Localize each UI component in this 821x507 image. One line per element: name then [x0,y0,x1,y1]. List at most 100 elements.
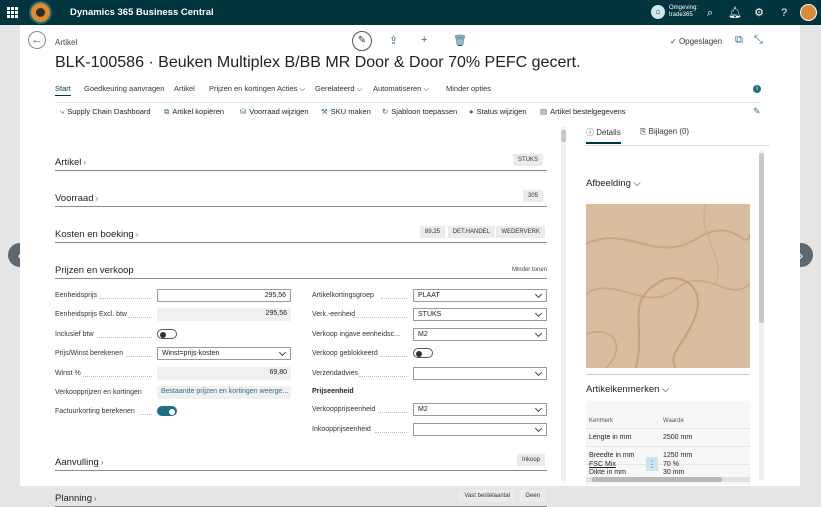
tab-gerelateerd[interactable]: Gerelateerd ⌵ [315,84,362,94]
info-icon[interactable]: i [753,85,761,93]
app-title: Dynamics 365 Business Central [70,7,214,18]
dashboard-icon: ⤷ [60,107,65,116]
field-label: Eenheidsprijs Excl. btw [55,311,127,318]
main-scrollbar-track[interactable] [561,127,566,481]
section-title: Artikel › [55,157,86,168]
price-unit-subheading: Prijseenheid [312,388,354,395]
tab-divider [585,145,770,146]
gear-icon[interactable]: ⚙ [752,6,766,20]
wood-grain-image [586,204,750,368]
dotted-leader [359,376,407,377]
factbox-pane: ⓘ Details ⎘ Bijlagen (0) Afbeelding ⌵ Ar… [580,125,778,485]
field-label: Inkoopprijseenheid [312,426,371,433]
collapse-icon[interactable]: ⤡ [754,34,763,47]
action-supply-chain-dashboard[interactable]: ⤷ Supply Chain Dashboard [60,107,151,117]
sales-price-unit-select[interactable]: M2 [413,403,547,416]
action-label: Artikel bestelgegevens [550,107,626,116]
item-image[interactable] [586,204,750,368]
tab-details[interactable]: ⓘ Details [586,127,621,144]
column-header-waarde: Waarde [663,418,684,424]
shipping-advice-select[interactable] [413,367,547,380]
back-button[interactable]: ← [28,31,46,49]
unit-price-field[interactable]: 295,56 [157,289,291,302]
action-artikel-bestelgegevens[interactable]: ▤ Artikel bestelgegevens [540,107,626,116]
action-sjabloon-toepassen[interactable]: ↻ Sjabloon toepassen [382,107,457,116]
edit-button[interactable]: ✎ [352,31,372,51]
main-scrollbar-thumb[interactable] [561,130,566,142]
section-title: Prijzen en verkoop [55,265,134,276]
show-less-link[interactable]: Minder tonen [512,267,547,273]
tab-goedkeuring[interactable]: Goedkeuring aanvragen [84,84,164,93]
bell-icon[interactable]: 🔔︎ [728,6,742,20]
dotted-leader [97,337,152,338]
attribute-name-link[interactable]: FSC Mix [589,461,616,468]
table-row [586,446,750,447]
search-icon[interactable]: ⌕ [703,6,717,20]
section-title: Voorraad › [55,193,98,204]
dotted-leader [353,317,407,318]
section-prijzen-en-verkoop[interactable]: Prijzen en verkoop Minder tonen [55,265,547,279]
action-voorraad-wijzigen[interactable]: ⛁ Voorraad wijzigen [240,107,309,116]
tab-start[interactable]: Start [55,84,71,96]
sales-prices-discounts-link[interactable]: Bestaande prijzen en kortingen weerge... [157,386,291,399]
action-sku-maken[interactable]: ⚒ SKU maken [321,107,371,116]
field-label: Winst % [55,370,81,377]
tab-minder-opties[interactable]: Minder opties [446,84,491,93]
section-kosten-en-boeking[interactable]: Kosten en boeking › 89,25 DET.HANDEL WEDE… [55,226,547,243]
delete-icon[interactable]: 🗑︎ [453,34,467,47]
attributes-hscrollbar-thumb[interactable] [592,477,722,482]
environment-info[interactable]: Omgeving: trade365 [669,5,698,19]
section-aanvulling[interactable]: Aanvulling › Inkoop [55,454,547,471]
section-planning[interactable]: Planning › Vast bestelaantal Geen [55,490,547,507]
sales-input-unit-select[interactable]: M2 [413,328,547,341]
pin-icon[interactable]: ✎ [753,106,761,117]
sales-unit-select[interactable]: STUKS [413,308,547,321]
action-status-wijzigen[interactable]: ● Status wijzigen [469,107,527,116]
copy-icon: ⧉ [164,107,170,116]
factbox-scrollbar-thumb[interactable] [759,153,764,323]
price-includes-vat-toggle[interactable] [157,329,177,339]
tab-acties[interactable]: Acties ⌵ [277,84,305,94]
tab-prijzen[interactable]: Prijzen en kortingen [209,84,275,93]
tab-automatiseren[interactable]: Automatiseren ⌵ [373,84,429,94]
section-voorraad[interactable]: Voorraad › 305 [55,190,547,207]
allow-invoice-discount-toggle[interactable] [157,406,177,416]
field-label: Verkoop geblokkeerd [312,350,378,357]
open-new-window-icon[interactable]: ⧉ [735,34,743,47]
section-title-text: Planning [55,493,92,504]
dotted-leader [381,298,407,299]
field-label: Prijs/Winst berekenen [55,350,124,357]
sku-icon: ⚒ [321,107,328,116]
dotted-leader [378,412,407,413]
row-menu-icon[interactable]: ⋮ [646,457,658,471]
price-profit-calculation-select[interactable]: Winst=prijs-kosten [157,347,291,360]
tab-attachments[interactable]: ⎘ Bijlagen (0) [640,127,689,137]
dotted-leader [100,298,152,299]
attributes-section-title[interactable]: Artikelkenmerken ⌵ [586,384,669,395]
app-launcher-icon[interactable] [7,7,18,18]
item-discount-group-select[interactable]: PLAAT [413,289,547,302]
tab-artikel[interactable]: Artikel [174,84,195,93]
help-icon[interactable]: ? [777,6,791,20]
new-icon[interactable]: + [421,34,427,46]
field-label: Verzendadvies [312,370,358,377]
avatar[interactable] [800,4,817,21]
image-divider [586,374,750,375]
environment-icon[interactable]: ⌂ [651,5,665,19]
sales-blocked-toggle[interactable] [413,348,433,358]
share-icon[interactable]: ⇪ [389,34,398,47]
purchase-price-unit-select[interactable] [413,423,547,436]
unit-price-excl-vat-field: 295,56 [157,308,291,321]
summary-pill: Geen [520,490,545,502]
dotted-leader [128,317,152,318]
action-artikel-kopieren[interactable]: ⧉ Artikel kopiëren [164,107,224,117]
action-label: Artikel kopiëren [172,107,225,116]
status-icon: ● [469,107,474,116]
section-title-text: Voorraad [55,193,94,204]
image-section-title[interactable]: Afbeelding ⌵ [586,178,641,189]
chevron-right-icon: › [95,194,99,203]
field-label: Factuurkorting berekenen [55,408,135,415]
chevron-right-icon: › [100,458,104,467]
action-label: Status wijzigen [476,107,527,116]
section-artikel[interactable]: Artikel › STUKS [55,154,547,171]
